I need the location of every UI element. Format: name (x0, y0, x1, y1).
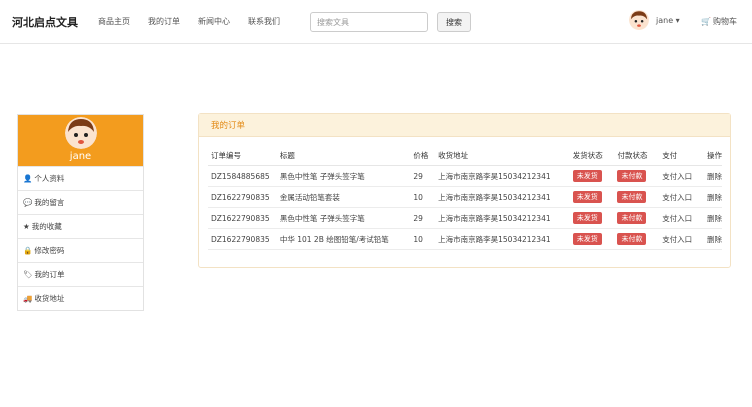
order-address: 上海市南京路李昊15034212341 (435, 165, 570, 187)
header-action: 操作 (704, 146, 722, 166)
sidebar-item-messages[interactable]: 💬 我的留言 (18, 190, 143, 214)
header-price: 价格 (410, 146, 436, 166)
pay-status-badge: 未付款 (617, 233, 647, 245)
header-payment: 支付 (659, 146, 704, 166)
pay-status-cell: 未付款 (614, 186, 660, 208)
order-title: 中华 101 2B 绘图铅笔/考试铅笔 (276, 228, 411, 250)
order-price: 29 (410, 207, 436, 229)
comment-icon: 💬 (23, 198, 33, 207)
order-price: 29 (410, 165, 436, 187)
header-title: 标题 (276, 146, 411, 166)
star-icon: ★ (23, 222, 30, 231)
order-id: DZ1622790835 (208, 228, 277, 250)
sidebar-item-label: 我的收藏 (31, 222, 62, 231)
navbar: 河北启点文具 商品主页 我的订单 新闻中心 联系我们 搜索 jane ▾ 🛒 购… (0, 0, 752, 44)
delete-link[interactable]: 删除 (704, 186, 722, 208)
brand-logo[interactable]: 河北启点文具 (12, 14, 78, 30)
pay-status-cell: 未付款 (614, 165, 660, 187)
sidebar-item-orders[interactable]: 🏷 我的订单 (18, 262, 143, 286)
order-id: DZ1622790835 (208, 186, 277, 208)
lock-icon: 🔒 (23, 246, 33, 255)
table-row: DZ1622790835 金属活动铅笔套装 10 上海市南京路李昊1503421… (208, 186, 722, 208)
table-header-row: 订单编号 标题 价格 收货地址 发货状态 付款状态 支付 操作 (208, 146, 722, 166)
user-avatar[interactable] (629, 10, 649, 30)
delete-link[interactable]: 删除 (704, 207, 722, 229)
sidebar-item-favorites[interactable]: ★ 我的收藏 (18, 214, 143, 238)
ship-status-cell: 未发货 (569, 186, 615, 208)
orders-table: 订单编号 标题 价格 收货地址 发货状态 付款状态 支付 操作 DZ158488… (208, 146, 722, 250)
nav-link-orders[interactable]: 我的订单 (148, 16, 180, 27)
order-id: DZ1584885685 (208, 165, 277, 187)
cart-link[interactable]: 🛒 购物车 (701, 16, 737, 27)
pay-status-badge: 未付款 (617, 170, 647, 182)
pay-link[interactable]: 支付入口 (659, 165, 704, 187)
sidebar-item-address[interactable]: 🚚 收货地址 (18, 286, 143, 310)
sidebar-item-label: 修改密码 (34, 246, 65, 255)
cart-label: 购物车 (712, 17, 737, 26)
ship-status-cell: 未发货 (569, 207, 615, 229)
sidebar-item-label: 个人资料 (34, 174, 65, 183)
profile-name: jane (69, 151, 92, 162)
table-row: DZ1622790835 中华 101 2B 绘图铅笔/考试铅笔 10 上海市南… (208, 228, 722, 250)
profile-header: jane (18, 115, 143, 166)
pay-status-badge: 未付款 (617, 212, 647, 224)
order-address: 上海市南京路李昊15034212341 (435, 207, 570, 229)
order-title: 黑色中性笔 子弹头签字笔 (276, 207, 411, 229)
search-input[interactable] (310, 12, 428, 32)
sidebar-item-label: 收货地址 (34, 294, 65, 303)
orders-panel: 我的订单 订单编号 标题 价格 收货地址 发货状态 付款状态 支付 操作 DZ1… (198, 113, 731, 268)
pay-status-cell: 未付款 (614, 207, 660, 229)
cart-icon: 🛒 (701, 17, 711, 26)
ship-status-badge: 未发货 (572, 191, 602, 203)
delete-link[interactable]: 删除 (704, 165, 722, 187)
pay-link[interactable]: 支付入口 (659, 186, 704, 208)
sidebar-item-profile[interactable]: 👤 个人资料 (18, 166, 143, 190)
header-pay-status: 付款状态 (614, 146, 660, 166)
panel-title: 我的订单 (199, 114, 730, 137)
header-address: 收货地址 (435, 146, 570, 166)
pay-link[interactable]: 支付入口 (659, 207, 704, 229)
nav-link-news[interactable]: 新闻中心 (198, 16, 230, 27)
pay-link[interactable]: 支付入口 (659, 228, 704, 250)
sidebar-item-label: 我的留言 (34, 198, 65, 207)
ship-status-badge: 未发货 (572, 212, 602, 224)
ship-status-cell: 未发货 (569, 165, 615, 187)
header-order-id: 订单编号 (208, 146, 277, 166)
nav-link-home[interactable]: 商品主页 (98, 16, 130, 27)
truck-icon: 🚚 (23, 294, 33, 303)
order-address: 上海市南京路李昊15034212341 (435, 228, 570, 250)
pay-status-badge: 未付款 (617, 191, 647, 203)
ship-status-badge: 未发货 (572, 233, 602, 245)
table-row: DZ1622790835 黑色中性笔 子弹头签字笔 29 上海市南京路李昊150… (208, 207, 722, 229)
nav-link-contact[interactable]: 联系我们 (248, 16, 280, 27)
order-address: 上海市南京路李昊15034212341 (435, 186, 570, 208)
order-id: DZ1622790835 (208, 207, 277, 229)
tags-icon: 🏷 (23, 270, 33, 279)
order-title: 金属活动铅笔套装 (276, 186, 411, 208)
pay-status-cell: 未付款 (614, 228, 660, 250)
order-price: 10 (410, 186, 436, 208)
header-ship-status: 发货状态 (569, 146, 615, 166)
user-sidebar: jane 👤 个人资料 💬 我的留言 ★ 我的收藏 🔒 修改密码 🏷 我的订单 … (17, 114, 144, 311)
sidebar-item-label: 我的订单 (34, 270, 65, 279)
ship-status-cell: 未发货 (569, 228, 615, 250)
search-button[interactable]: 搜索 (437, 12, 471, 32)
delete-link[interactable]: 删除 (704, 228, 722, 250)
order-title: 黑色中性笔 子弹头签字笔 (276, 165, 411, 187)
sidebar-item-password[interactable]: 🔒 修改密码 (18, 238, 143, 262)
profile-avatar (65, 117, 97, 149)
table-row: DZ1584885685 黑色中性笔 子弹头签字笔 29 上海市南京路李昊150… (208, 165, 722, 187)
nav-links: 商品主页 我的订单 新闻中心 联系我们 (98, 16, 280, 27)
user-menu[interactable]: jane ▾ (656, 16, 680, 25)
ship-status-badge: 未发货 (572, 170, 602, 182)
order-price: 10 (410, 228, 436, 250)
user-icon: 👤 (23, 174, 33, 183)
